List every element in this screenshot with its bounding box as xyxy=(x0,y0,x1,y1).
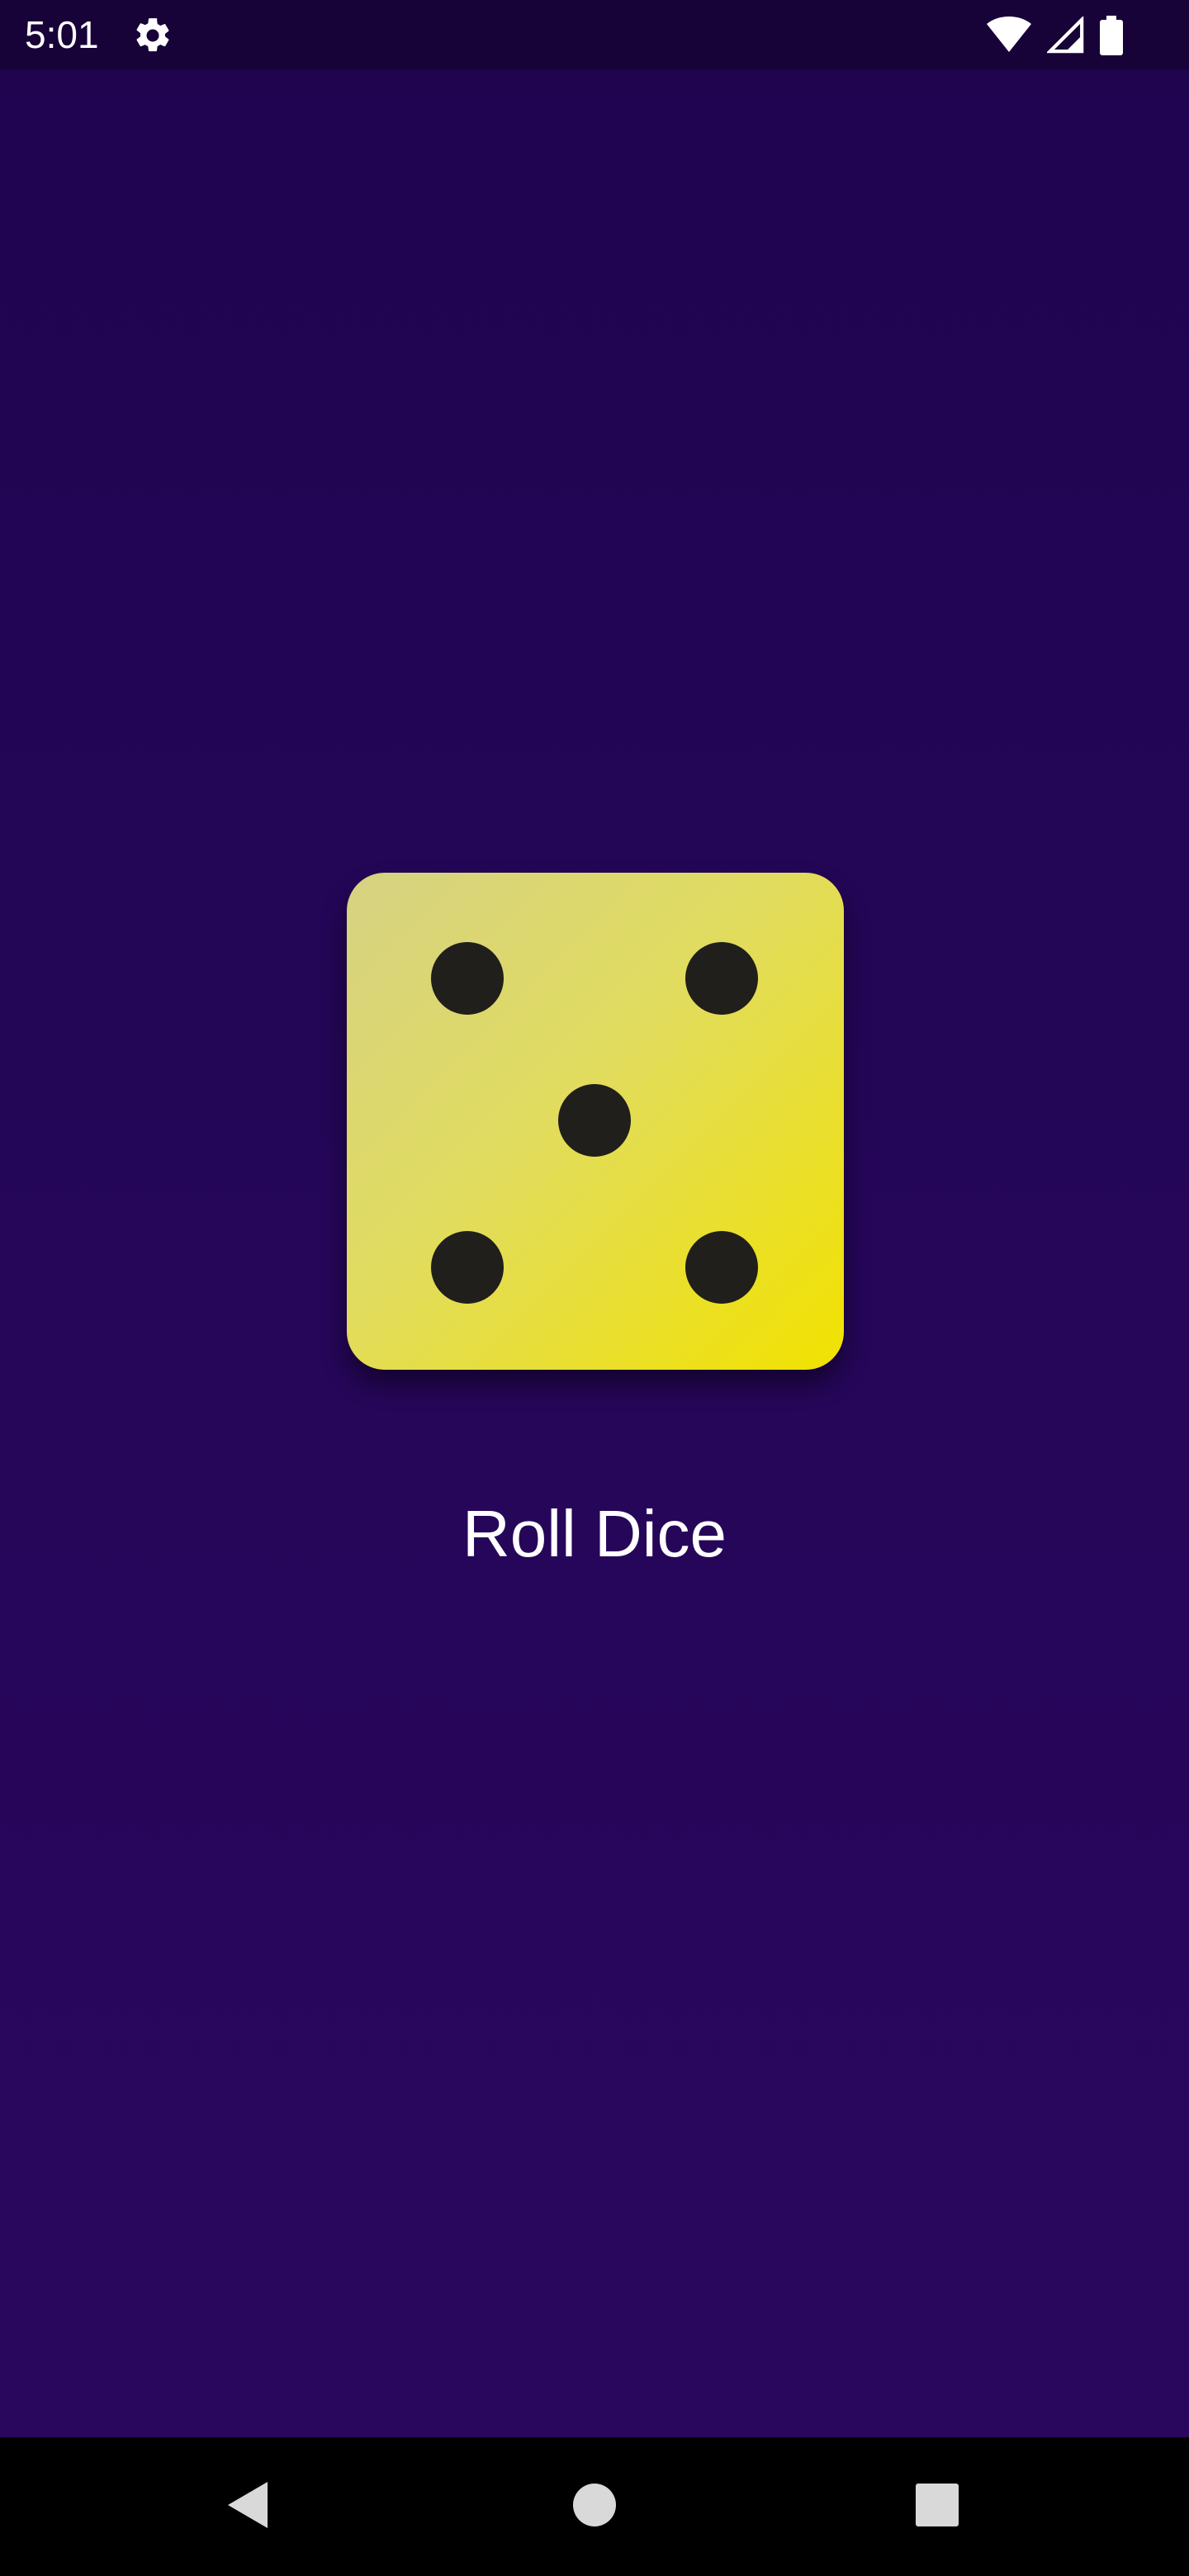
home-button[interactable] xyxy=(528,2437,661,2576)
battery-icon xyxy=(1100,16,1123,55)
dice-pip xyxy=(431,942,504,1015)
recents-button[interactable] xyxy=(871,2437,1003,2576)
back-icon xyxy=(225,2480,271,2534)
dice-pip xyxy=(431,1231,504,1304)
cellular-signal-icon xyxy=(1047,17,1085,54)
status-icons xyxy=(986,15,1123,56)
navigation-bar xyxy=(0,2437,1189,2576)
dice-pip xyxy=(685,942,758,1015)
settings-gear-icon xyxy=(132,15,173,56)
roll-dice-button[interactable]: Roll Dice xyxy=(0,1494,1189,1574)
dice-face[interactable] xyxy=(347,873,844,1370)
status-bar: 5:01 xyxy=(0,0,1189,69)
back-button[interactable] xyxy=(182,2437,314,2576)
home-icon xyxy=(572,2483,617,2531)
dice-pip xyxy=(558,1084,631,1157)
dice-pip xyxy=(685,1231,758,1304)
wifi-icon xyxy=(986,16,1032,55)
status-time: 5:01 xyxy=(25,13,99,56)
recents-icon xyxy=(915,2483,959,2531)
